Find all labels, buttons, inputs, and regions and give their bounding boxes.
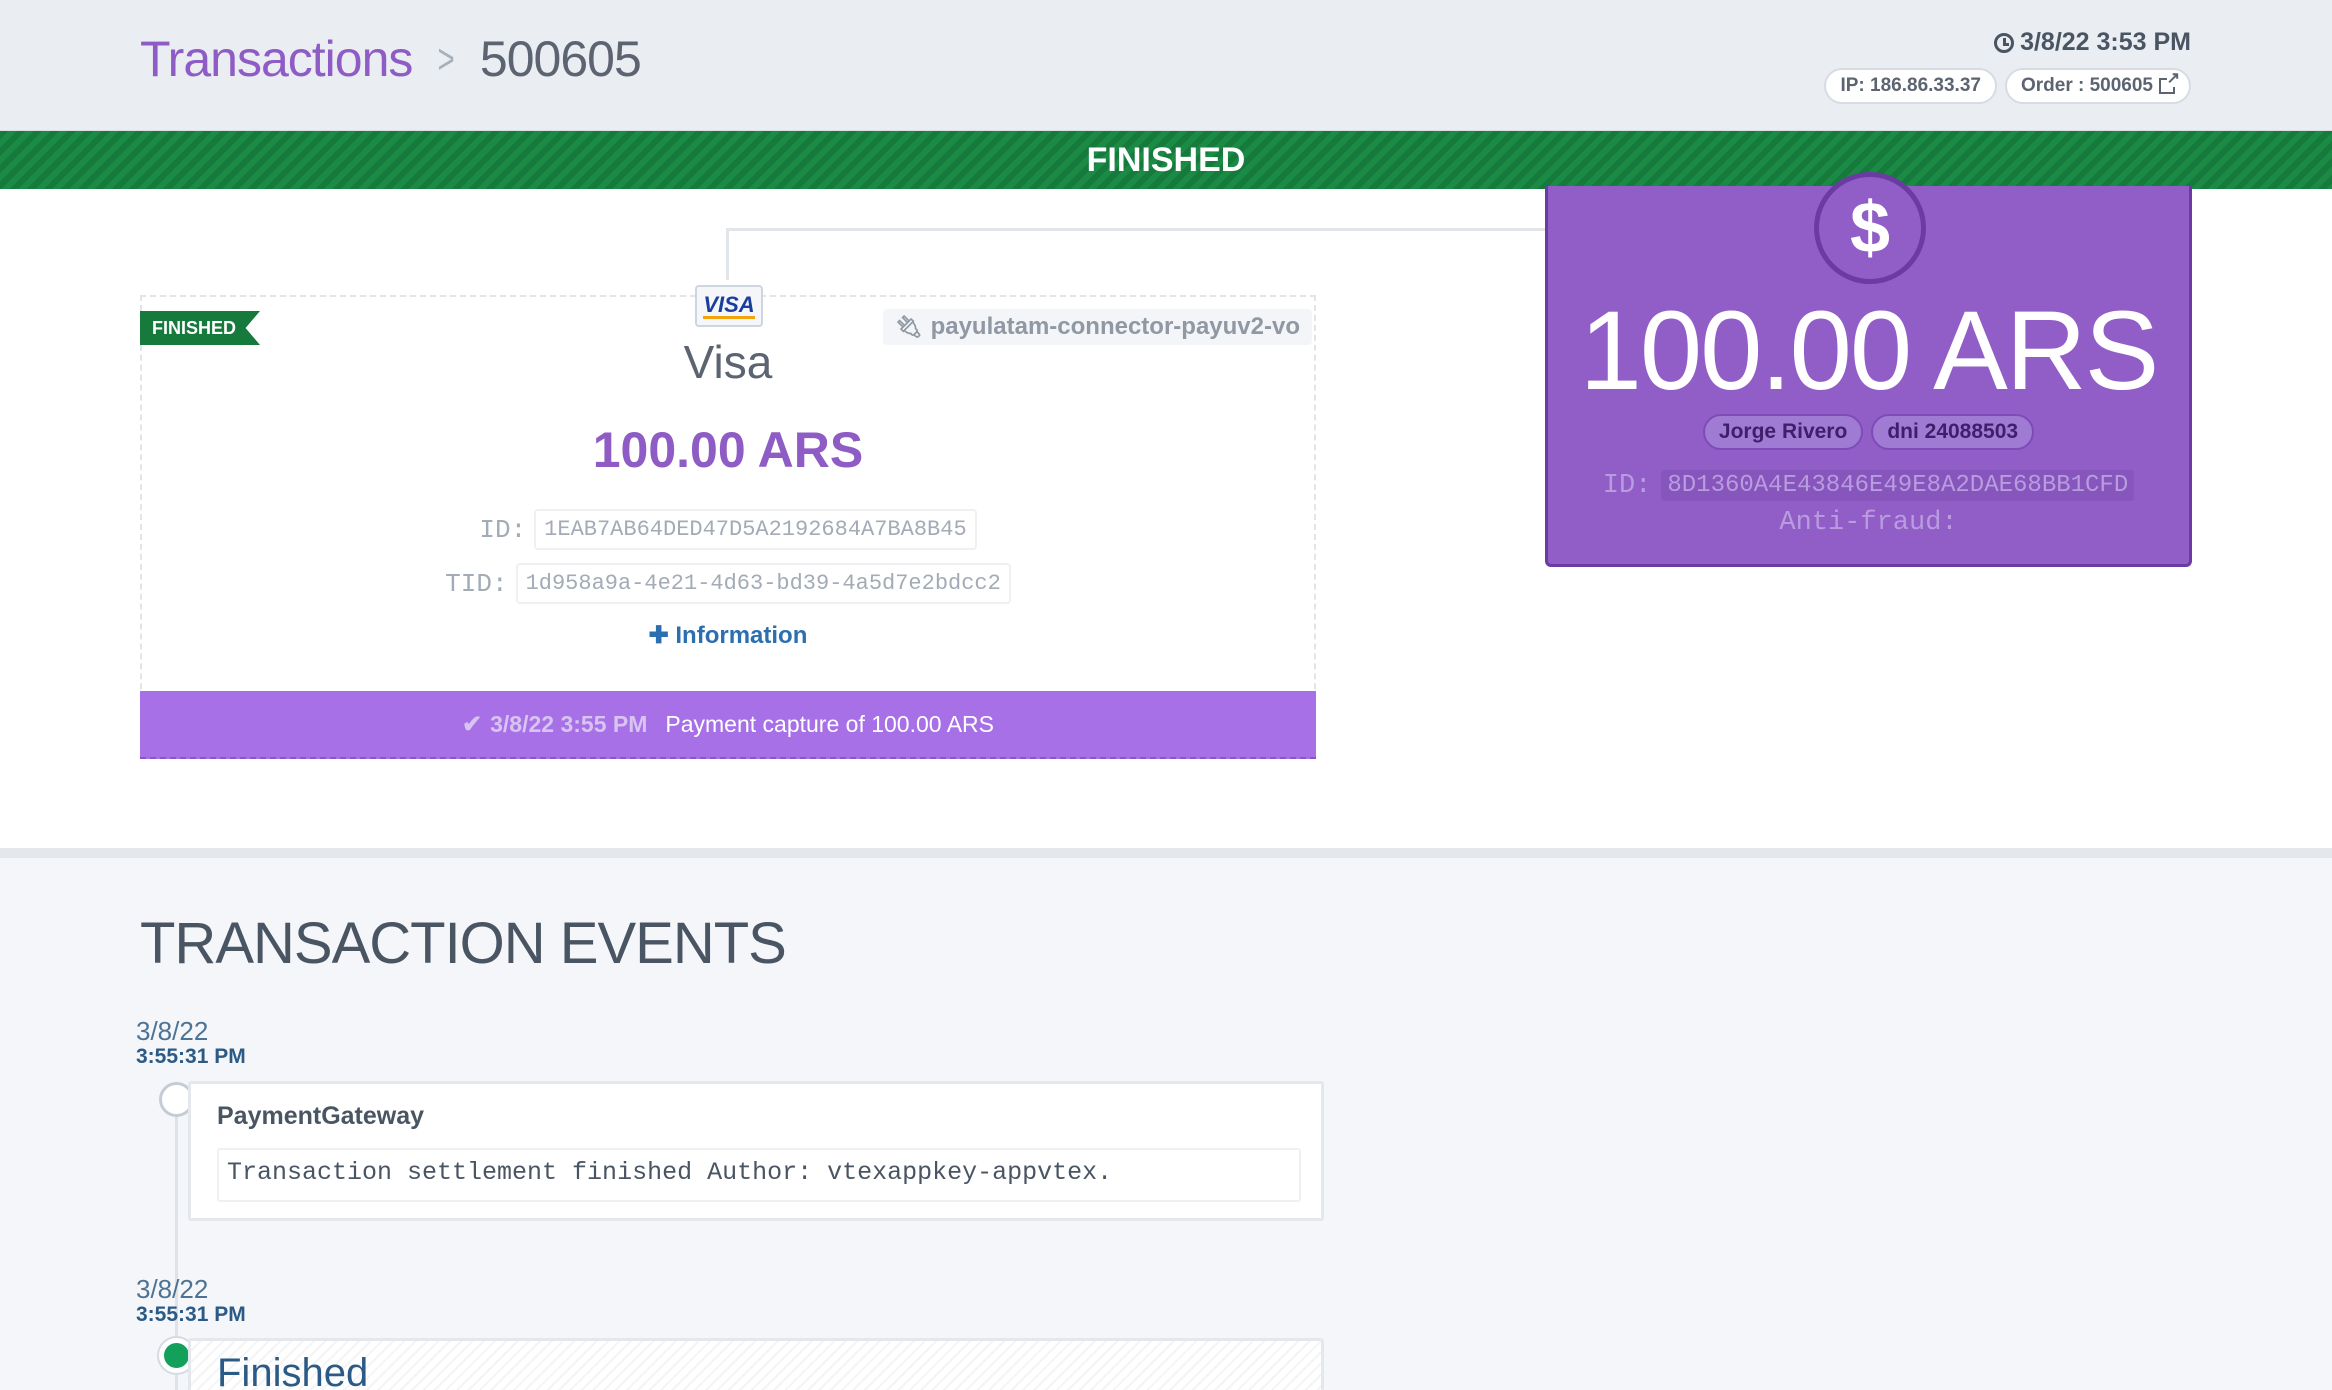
event-date: 3/8/22 (136, 1016, 209, 1046)
status-banner: FINISHED (0, 131, 2332, 189)
check-icon: ✔ (462, 710, 483, 738)
breadcrumb-current: 500605 (479, 31, 642, 87)
header-pills: IP: 186.86.33.37 Order : 500605 (1824, 68, 2191, 104)
event-message[interactable]: Transaction settlement finished Author: … (217, 1148, 1301, 1202)
order-link-text: Order : 500605 (2020, 75, 2153, 96)
visa-logo-text: VISA (703, 291, 755, 319)
payment-id-label: ID: (479, 514, 527, 545)
transaction-total-box: $ 100.00 ARS Jorge Rivero dni 24088503 I… (1545, 172, 2192, 567)
transaction-datetime: 3/8/22 3:53 PM (1994, 28, 2191, 57)
buyer-tags: Jorge Rivero dni 24088503 (1548, 414, 2189, 450)
dollar-icon: $ (1814, 172, 1926, 284)
anti-fraud-label: Anti-fraud: (1779, 508, 1958, 538)
event-status: Finished (217, 1351, 369, 1390)
capture-date-text: 3/8/22 3:55 PM (490, 710, 648, 737)
event-time: 3:55:31 PM (136, 1303, 246, 1326)
breadcrumb: Transactions > 500605 (140, 30, 642, 88)
external-link-icon (2159, 71, 2180, 94)
plus-icon: ✚ (648, 622, 669, 649)
buyer-name-tag: Jorge Rivero (1702, 414, 1864, 450)
payment-method: Visa (683, 336, 773, 388)
connector-line-horizontal (726, 228, 1546, 231)
payment-capture-footer: ✔ 3/8/22 3:55 PM Payment capture of 100.… (140, 691, 1316, 759)
page-header: Transactions > 500605 3/8/22 3:53 PM IP:… (0, 0, 2332, 131)
event-source: PaymentGateway (217, 1102, 425, 1130)
buyer-document-tag: dni 24088503 (1871, 414, 2035, 450)
events-title: TRANSACTION EVENTS (140, 911, 787, 976)
event-time: 3:55:31 PM (136, 1045, 246, 1068)
event-date: 3/8/22 (136, 1274, 209, 1304)
transaction-datetime-text: 3/8/22 3:53 PM (2020, 28, 2191, 56)
payment-tid-label: TID: (445, 568, 508, 599)
payment-id-value[interactable]: 1EAB7AB64DED47D5A2192684A7BA8B45 (534, 509, 977, 550)
transaction-events-section: TRANSACTION EVENTS 3/8/22 3:55:31 PM Pay… (0, 848, 2332, 1390)
transaction-id-value[interactable]: 8D1360A4E43846E49E8A2DAE68BB1CFD (1661, 470, 2135, 501)
payment-id-row: ID: 1EAB7AB64DED47D5A2192684A7BA8B45 (142, 509, 1314, 550)
visa-logo: VISA (695, 285, 763, 327)
transaction-id-label: ID: (1602, 470, 1652, 501)
breadcrumb-separator-icon: > (437, 35, 455, 82)
order-link[interactable]: Order : 500605 (2004, 68, 2191, 104)
total-amount: 100.00 ARS (1579, 288, 2160, 413)
payment-tid-value[interactable]: 1d958a9a-4e21-4d63-bd39-4a5d7e2bdcc2 (515, 563, 1011, 604)
transaction-id-row: ID: 8D1360A4E43846E49E8A2DAE68BB1CFD (1548, 470, 2189, 501)
clock-icon (1994, 32, 2015, 53)
capture-date: ✔ 3/8/22 3:55 PM (462, 710, 647, 739)
capture-text: Payment capture of 100.00 ARS (665, 710, 994, 737)
event-card-finished: Finished (188, 1338, 1324, 1390)
ip-badge: IP: 186.86.33.37 (1824, 68, 1997, 104)
information-link-text: Information (675, 622, 808, 649)
payment-amount: 100.00 ARS (592, 422, 864, 478)
payment-tid-row: TID: 1d958a9a-4e21-4d63-bd39-4a5d7e2bdcc… (142, 563, 1314, 604)
ip-badge-text: IP: 186.86.33.37 (1840, 75, 1981, 96)
breadcrumb-transactions-link[interactable]: Transactions (140, 30, 413, 88)
information-link[interactable]: ✚ Information (142, 621, 1314, 650)
event-card: PaymentGateway Transaction settlement fi… (188, 1081, 1324, 1221)
connector-line-vertical (726, 230, 729, 280)
payment-card: FINISHED VISA 🔌︎ payulatam-connector-pay… (140, 285, 1316, 759)
